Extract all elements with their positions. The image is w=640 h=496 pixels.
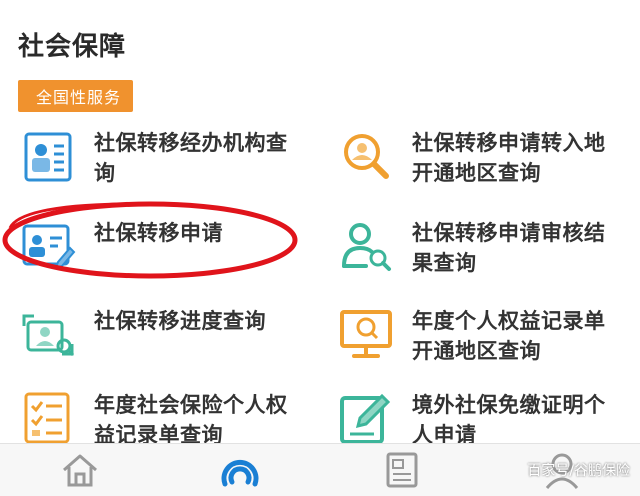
edit-document-icon: [340, 393, 391, 444]
item-label: 年度社会保险个人权益记录单查询: [94, 393, 288, 447]
item-review-result-query[interactable]: 社保转移申请审核结果查询: [338, 218, 617, 278]
item-label: 社保转移申请转入地开通地区查询: [412, 131, 606, 185]
news-icon[interactable]: [382, 450, 422, 490]
person-search-icon: [342, 223, 391, 271]
id-card-icon: [24, 132, 72, 182]
monitor-search-icon: [340, 310, 392, 358]
id-card-pen-icon: [22, 224, 76, 270]
transfer-progress-icon: [22, 314, 75, 357]
checklist-icon: [24, 392, 70, 444]
item-label: 年度个人权益记录单开通地区查询: [412, 309, 606, 363]
item-label: 社保转移申请审核结果查询: [412, 221, 606, 275]
section-title: 社会保障: [18, 32, 127, 62]
item-transfer-apply[interactable]: 社保转移申请: [20, 218, 299, 274]
item-annual-record-query[interactable]: 年度社会保险个人权益记录单查询: [20, 390, 299, 450]
home-icon[interactable]: [60, 450, 100, 490]
service-tag: 全国性服务: [18, 80, 134, 112]
item-open-region-query[interactable]: 社保转移申请转入地开通地区查询: [338, 128, 617, 188]
item-overseas-exemption-apply[interactable]: 境外社保免缴证明个人申请: [338, 390, 617, 450]
item-annual-record-region-query[interactable]: 年度个人权益记录单开通地区查询: [338, 306, 617, 366]
service-icon[interactable]: [220, 450, 260, 490]
watermark: 百家号/谷鹏保险: [527, 463, 630, 479]
item-label: 社保转移经办机构查询: [94, 131, 288, 185]
item-label: 社保转移进度查询: [94, 309, 266, 333]
item-label: 境外社保免缴证明个人申请: [412, 393, 606, 447]
item-label: 社保转移申请: [94, 221, 223, 245]
search-person-icon: [344, 134, 389, 179]
item-transfer-progress-query[interactable]: 社保转移进度查询: [20, 306, 299, 362]
item-transfer-agency-query[interactable]: 社保转移经办机构查询: [20, 128, 299, 188]
